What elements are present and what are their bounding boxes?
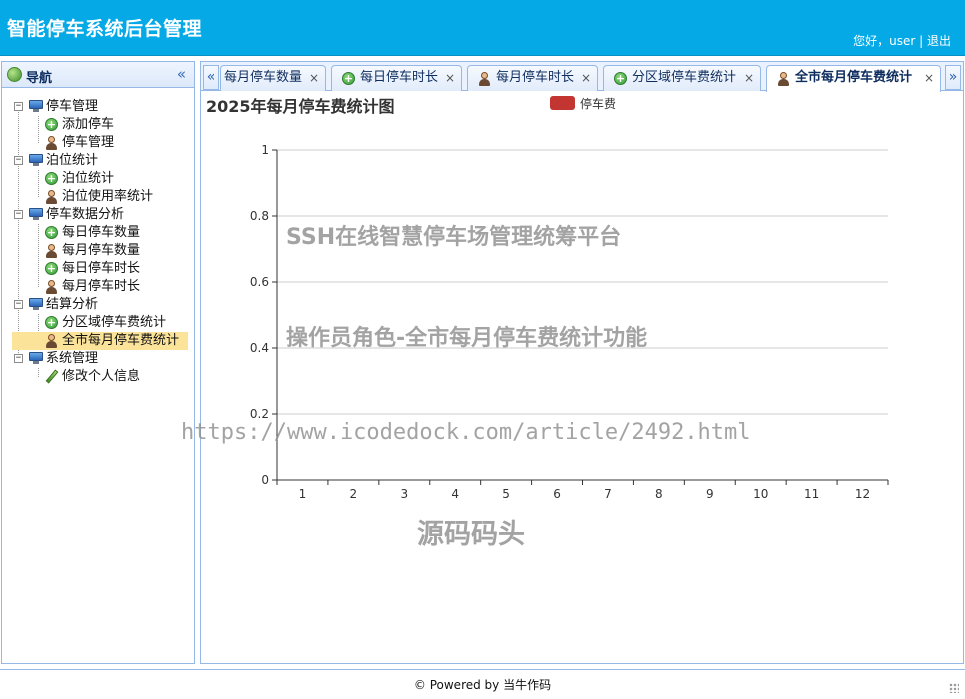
tree-item-berth-usage[interactable]: 泊位使用率统计 xyxy=(32,188,192,206)
tree-item-label: 停车管理 xyxy=(62,135,115,150)
x-tick-label: 1 xyxy=(299,487,307,501)
app-title: 智能停车系统后台管理 xyxy=(7,18,203,40)
tree-item-label: 修改个人信息 xyxy=(62,369,141,384)
x-tick-label: 5 xyxy=(502,487,510,501)
collapse-left-icon[interactable]: « xyxy=(177,65,186,83)
y-tick-label: 0.6 xyxy=(250,275,269,289)
footer-text: © Powered by 当牛作码 xyxy=(413,678,552,692)
x-tick-label: 6 xyxy=(553,487,561,501)
tree-group-settlement-analysis[interactable]: − 结算分析 xyxy=(14,296,194,314)
tree-item-label: 泊位使用率统计 xyxy=(62,189,154,204)
expand-toggle-icon[interactable]: − xyxy=(14,102,23,111)
tree-item-monthly-duration[interactable]: 每月停车时长 xyxy=(32,278,192,296)
tree-item-daily-count[interactable]: + 每日停车数量 xyxy=(32,224,192,242)
tree-item-monthly-count[interactable]: 每月停车数量 xyxy=(32,242,192,260)
user-greeting: 您好，user xyxy=(853,34,916,48)
x-tick-label: 4 xyxy=(451,487,459,501)
computer-icon xyxy=(29,100,43,112)
tree-item-label: 每日停车数量 xyxy=(62,225,141,240)
tree-item-label: 全市每月停车费统计 xyxy=(62,333,180,348)
app-header: 智能停车系统后台管理 您好，user | 退出 xyxy=(0,0,965,56)
tree-item-daily-duration[interactable]: + 每日停车时长 xyxy=(32,260,192,278)
tree-item-edit-profile[interactable]: 修改个人信息 xyxy=(32,368,192,386)
tree-group-label: 结算分析 xyxy=(46,297,99,312)
tree-group-label: 泊位统计 xyxy=(46,153,99,168)
tree-group-parking-analysis[interactable]: − 停车数据分析 xyxy=(14,206,194,224)
tree-item-parking-management[interactable]: 停车管理 xyxy=(32,134,192,152)
tree-item-label: 每月停车时长 xyxy=(62,279,141,294)
tree-item-add-parking[interactable]: + 添加停车 xyxy=(32,116,192,134)
y-tick-label: 0 xyxy=(261,473,269,487)
tree-item-district-fee[interactable]: + 分区域停车费统计 xyxy=(32,314,192,332)
tree-connector xyxy=(18,107,19,359)
user-icon xyxy=(45,280,58,294)
add-icon: + xyxy=(45,226,58,239)
x-tick-label: 12 xyxy=(855,487,870,501)
tree-group-label: 停车数据分析 xyxy=(46,207,125,222)
tree-item-city-monthly-fee[interactable]: 全市每月停车费统计 xyxy=(12,332,188,350)
user-area: 您好，user | 退出 xyxy=(853,32,951,49)
x-tick-label: 7 xyxy=(604,487,612,501)
add-icon: + xyxy=(45,262,58,275)
computer-icon xyxy=(29,298,43,310)
user-icon xyxy=(45,334,58,348)
add-icon: + xyxy=(45,172,58,185)
navigation-panel: 导航 « − 停车管理 + 添加停车 停车管理 − 泊位统计 + 泊位统计 泊位… xyxy=(1,61,195,664)
computer-icon xyxy=(29,352,43,364)
resize-grip-icon[interactable] xyxy=(949,683,959,693)
add-icon: + xyxy=(45,118,58,131)
x-tick-label: 8 xyxy=(655,487,663,501)
y-tick-label: 1 xyxy=(261,143,269,157)
expand-toggle-icon[interactable]: − xyxy=(14,156,23,165)
y-tick-label: 0.2 xyxy=(250,407,269,421)
footer: © Powered by 当牛作码 xyxy=(0,669,965,699)
tree-group-parking-management[interactable]: − 停车管理 xyxy=(14,98,194,116)
expand-toggle-icon[interactable]: − xyxy=(14,300,23,309)
user-icon xyxy=(45,190,58,204)
y-tick-label: 0.4 xyxy=(250,341,269,355)
expand-toggle-icon[interactable]: − xyxy=(14,354,23,363)
expand-toggle-icon[interactable]: − xyxy=(14,210,23,219)
content-panel: « 每月停车数量 × + 每日停车时长 × 每月停车时长 × + 分区域停车费统… xyxy=(200,61,964,664)
watermark-platform: SSH在线智慧停车场管理统筹平台 xyxy=(286,225,622,250)
tree-item-label: 泊位统计 xyxy=(62,171,115,186)
x-tick-label: 10 xyxy=(753,487,768,501)
computer-icon xyxy=(29,208,43,220)
user-icon xyxy=(45,136,58,150)
x-tick-label: 11 xyxy=(804,487,819,501)
tree-item-label: 每月停车数量 xyxy=(62,243,141,258)
tree-item-berth-statistics[interactable]: + 泊位统计 xyxy=(32,170,192,188)
user-separator: | xyxy=(919,34,924,48)
watermark-brand: 源码码头 xyxy=(417,519,525,550)
user-icon xyxy=(45,244,58,258)
y-tick-label: 0.8 xyxy=(250,209,269,223)
watermark-url: https://www.icodedock.com/article/2492.h… xyxy=(181,420,751,445)
x-tick-label: 2 xyxy=(350,487,358,501)
navigation-title: 导航 xyxy=(26,71,53,86)
tree-item-label: 每日停车时长 xyxy=(62,261,141,276)
tree-group-label: 系统管理 xyxy=(46,351,99,366)
x-tick-label: 9 xyxy=(706,487,714,501)
tree-item-label: 添加停车 xyxy=(62,117,115,132)
add-icon: + xyxy=(45,316,58,329)
globe-icon xyxy=(7,67,22,82)
tree-group-system-management[interactable]: − 系统管理 xyxy=(14,350,194,368)
tree-group-berth-statistics[interactable]: − 泊位统计 xyxy=(14,152,194,170)
tree-item-label: 分区域停车费统计 xyxy=(62,315,167,330)
logout-link[interactable]: 退出 xyxy=(927,34,951,48)
pencil-icon xyxy=(45,369,59,384)
watermark-feature: 操作员角色-全市每月停车费统计功能 xyxy=(286,326,648,351)
navigation-header: 导航 « xyxy=(2,62,194,88)
tree-group-label: 停车管理 xyxy=(46,99,99,114)
x-tick-label: 3 xyxy=(400,487,408,501)
computer-icon xyxy=(29,154,43,166)
